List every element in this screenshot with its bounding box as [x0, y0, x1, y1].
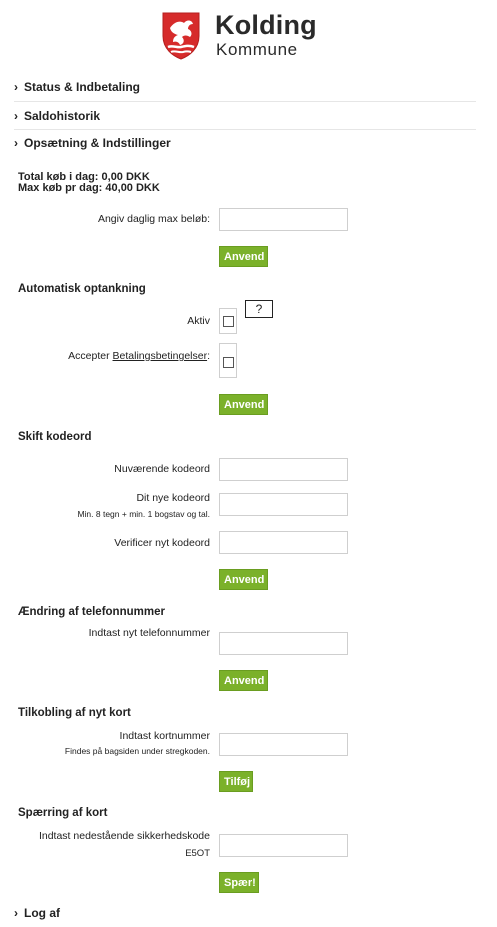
auto-topup-active-checkbox[interactable]: [219, 308, 237, 334]
nav-balance-history[interactable]: › Saldohistorik: [14, 109, 100, 123]
help-button[interactable]: ?: [245, 300, 273, 318]
current-password-label: Nuværende kodeord: [114, 463, 210, 475]
block-card-button[interactable]: Spær!: [219, 872, 259, 893]
kolding-shield-logo: [160, 10, 202, 60]
apply-phone-button[interactable]: Anvend: [219, 670, 268, 691]
daily-max-input[interactable]: [219, 208, 348, 231]
security-code-input[interactable]: [219, 834, 348, 857]
accept-suffix: :: [207, 350, 210, 362]
chevron-right-icon: ›: [14, 136, 18, 150]
auto-topup-active-label: Aktiv: [187, 315, 210, 327]
accept-prefix: Accepter: [68, 350, 113, 362]
block-card-heading: Spærring af kort: [18, 807, 108, 819]
nav-logout-label: Log af: [24, 906, 60, 920]
change-phone-heading: Ændring af telefonnummer: [18, 606, 165, 618]
chevron-right-icon: ›: [14, 80, 18, 94]
nav-status-label: Status & Indbetaling: [24, 80, 141, 94]
card-number-input[interactable]: [219, 733, 348, 756]
verify-password-label: Verificer nyt kodeord: [114, 537, 210, 549]
nav-status-payment[interactable]: › Status & Indbetaling: [14, 80, 140, 94]
verify-password-input[interactable]: [219, 531, 348, 554]
add-card-heading: Tilkobling af nyt kort: [18, 707, 131, 719]
card-number-hint: Findes på bagsiden under stregkoden.: [64, 746, 210, 756]
card-number-label: Indtast kortnummer: [119, 730, 210, 742]
max-per-day: Max køb pr dag: 40,00 DKK: [18, 182, 160, 194]
current-password-input[interactable]: [219, 458, 348, 481]
brand-name: Kolding: [215, 10, 317, 40]
daily-max-label: Angiv daglig max beløb:: [97, 213, 210, 225]
add-card-button[interactable]: Tilføj: [219, 771, 253, 792]
nav-logout[interactable]: › Log af: [14, 906, 60, 920]
change-password-heading: Skift kodeord: [18, 431, 92, 443]
terms-link[interactable]: Betalingsbetingelser: [113, 350, 208, 362]
nav-setup-settings[interactable]: › Opsætning & Indstillinger: [14, 136, 171, 150]
divider: [14, 129, 476, 130]
checkbox-box[interactable]: [223, 357, 234, 368]
apply-daily-max-button[interactable]: Anvend: [219, 246, 268, 267]
auto-topup-heading: Automatisk optankning: [18, 283, 146, 295]
chevron-right-icon: ›: [14, 906, 18, 920]
chevron-right-icon: ›: [14, 109, 18, 123]
nav-settings-label: Opsætning & Indstillinger: [24, 136, 171, 150]
checkbox-box[interactable]: [223, 316, 234, 327]
security-code-label: Indtast nedestående sikkerhedskode: [38, 830, 210, 842]
accept-terms-label: Accepter Betalingsbetingelser:: [68, 350, 210, 362]
divider: [14, 101, 476, 102]
new-phone-input[interactable]: [219, 632, 348, 655]
apply-password-button[interactable]: Anvend: [219, 569, 268, 590]
new-password-hint: Min. 8 tegn + min. 1 bogstav og tal.: [77, 509, 210, 519]
new-password-label: Dit nye kodeord: [136, 492, 210, 504]
new-phone-label: Indtast nyt telefonnummer: [88, 627, 210, 639]
apply-auto-topup-button[interactable]: Anvend: [219, 394, 268, 415]
accept-terms-checkbox[interactable]: [219, 343, 237, 378]
new-password-input[interactable]: [219, 493, 348, 516]
security-code: E5OT: [185, 848, 210, 859]
nav-history-label: Saldohistorik: [24, 109, 101, 123]
brand-subtitle: Kommune: [216, 40, 298, 59]
